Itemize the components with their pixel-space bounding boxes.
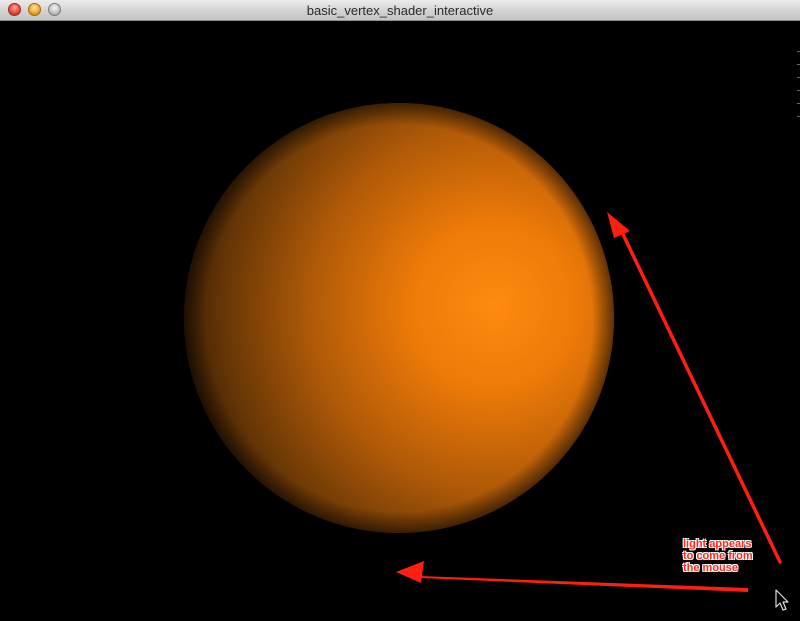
mouse-pointer-icon	[775, 589, 789, 611]
scene-overlay	[184, 103, 789, 611]
annotation-line-3: the mouse	[683, 562, 739, 574]
arrow-to-highlight	[607, 212, 782, 564]
app-window: basic_vertex_shader_interactive light ap…	[0, 0, 800, 621]
annotation-line-2: to come from	[683, 550, 753, 562]
sphere-rim-shade	[184, 103, 614, 533]
annotation-text: light appears to come from the mouse	[683, 538, 753, 574]
annotation-line-1: light appears	[683, 538, 752, 550]
